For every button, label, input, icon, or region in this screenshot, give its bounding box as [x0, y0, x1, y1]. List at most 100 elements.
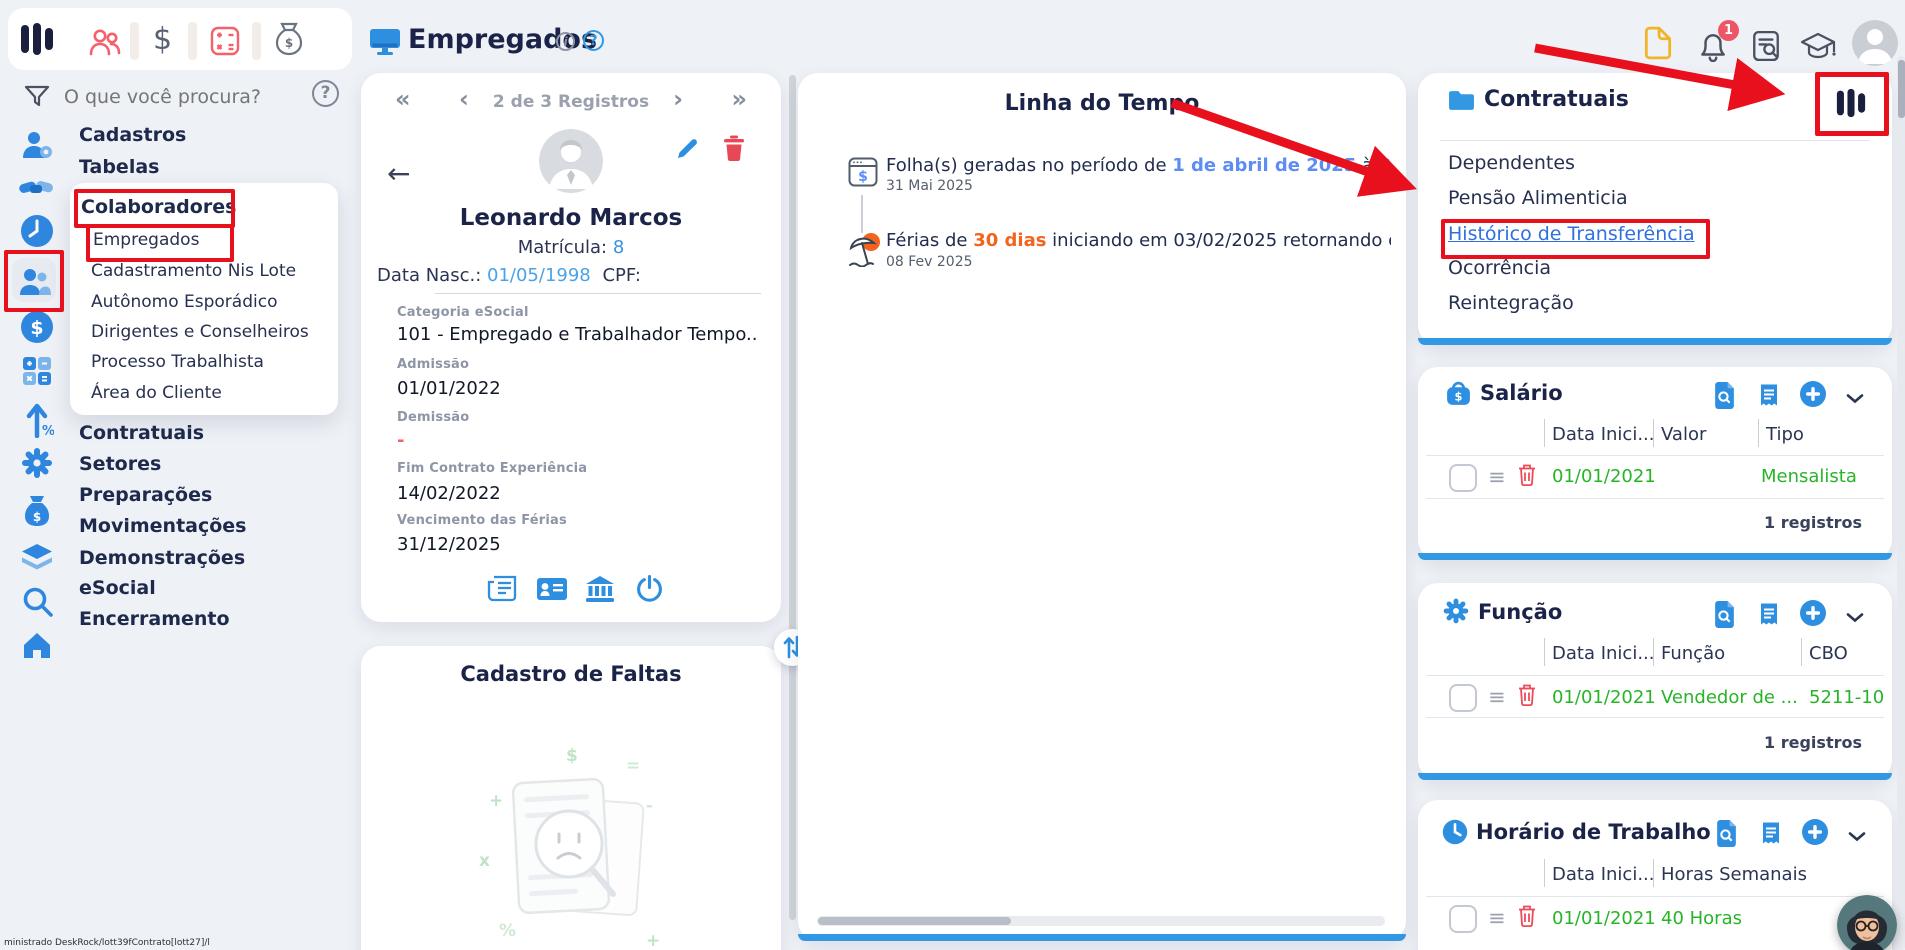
audit-doc-icon[interactable] [1752, 30, 1780, 66]
sidebar-item-cadastros[interactable]: Cadastros [79, 124, 186, 146]
submenu-item-area-cliente[interactable]: Área do Cliente [91, 383, 222, 403]
pager-last-button[interactable]: » [731, 85, 747, 113]
submenu-item-processo[interactable]: Processo Trabalhista [91, 352, 264, 372]
help-icon[interactable]: ? [583, 30, 604, 51]
timeline-hscrollbar[interactable] [817, 916, 1385, 926]
user-avatar[interactable] [1852, 20, 1898, 66]
submenu-item-cadastramento-nis[interactable]: Cadastramento Nis Lote [91, 261, 296, 281]
id-card-icon[interactable] [536, 577, 568, 605]
column-header[interactable]: Tipo [1766, 424, 1804, 445]
salario-accent-bar [1418, 553, 1892, 560]
back-button[interactable]: ← [387, 157, 410, 190]
row-checkbox[interactable] [1449, 684, 1477, 712]
module-moneybag-icon[interactable]: $ [274, 22, 304, 60]
notes-icon[interactable] [1644, 26, 1672, 64]
row-drag-handle[interactable]: ≡ [1488, 685, 1506, 709]
timeline-hscrollbar-thumb[interactable] [818, 917, 1011, 925]
search-input[interactable] [62, 80, 301, 114]
contratuais-item-dependentes[interactable]: Dependentes [1448, 152, 1575, 174]
add-button[interactable] [1799, 599, 1827, 631]
column-header[interactable]: Horas Semanais [1661, 864, 1807, 885]
support-chat-avatar[interactable] [1837, 895, 1897, 950]
horario-clock-icon [1442, 819, 1468, 849]
sidebar-item-tabelas[interactable]: Tabelas [79, 156, 159, 178]
salario-card: $ Salário Data Inici... Valor Tipo ≡ 01/… [1418, 367, 1892, 560]
history-icon[interactable] [1761, 820, 1781, 851]
field-label: Admissão [397, 357, 470, 372]
power-icon[interactable] [636, 575, 663, 606]
page-scrollbar[interactable] [1897, 56, 1905, 950]
info-icon[interactable]: i [556, 32, 575, 51]
sidebar-icon-clock[interactable] [20, 214, 54, 252]
page-scrollbar-thumb[interactable] [1897, 60, 1905, 118]
column-header[interactable]: Data Inici... [1552, 424, 1654, 445]
module-dollar-icon[interactable]: $ [153, 22, 172, 57]
report-icon[interactable] [1715, 820, 1738, 851]
sidebar-item-contratuais[interactable]: Contratuais [79, 422, 204, 444]
horario-card: Horário de Trabalho Data Inici... Horas … [1418, 800, 1892, 950]
row-checkbox[interactable] [1449, 464, 1477, 492]
svg-text:-: - [646, 796, 653, 816]
column-header[interactable]: CBO [1809, 643, 1848, 664]
sidebar-icon-handshake[interactable] [17, 174, 55, 206]
svg-text:$: $ [33, 510, 41, 524]
submenu-item-autonomo[interactable]: Autônomo Esporádico [91, 292, 277, 312]
column-header[interactable]: Valor [1661, 424, 1706, 445]
column-header[interactable]: Função [1661, 643, 1725, 664]
row-drag-handle[interactable]: ≡ [1488, 906, 1506, 930]
help-button[interactable]: ? [312, 80, 339, 107]
svg-text:%: % [42, 424, 54, 438]
row-delete-icon[interactable] [1518, 684, 1536, 710]
module-people-icon[interactable] [88, 27, 122, 61]
timeline-item2-days: 30 dias [973, 230, 1047, 251]
contratuais-item-ocorrencia[interactable]: Ocorrência [1448, 257, 1551, 279]
row-drag-handle[interactable]: ≡ [1488, 465, 1506, 489]
sidebar-item-esocial[interactable]: eSocial [79, 577, 156, 599]
add-button[interactable] [1801, 818, 1829, 850]
add-button[interactable] [1799, 380, 1827, 412]
sidebar-icon-magnifier[interactable] [22, 586, 54, 622]
sidebar-icon-person-settings[interactable] [20, 128, 54, 166]
contratuais-item-reintegracao[interactable]: Reintegração [1448, 292, 1574, 314]
sidebar-item-demonstracoes[interactable]: Demonstrações [79, 547, 245, 569]
sidebar-item-setores[interactable]: Setores [79, 453, 161, 475]
submenu-item-dirigentes[interactable]: Dirigentes e Conselheiros [91, 322, 309, 342]
edit-button[interactable] [675, 137, 699, 165]
chevron-down-icon[interactable] [1846, 389, 1864, 408]
sidebar-item-movimentacoes[interactable]: Movimentações [79, 515, 246, 537]
sidebar-icon-calculator[interactable] [22, 356, 52, 390]
sidebar-icon-payroll[interactable]: $ [20, 310, 54, 348]
module-calculator-icon[interactable] [210, 26, 240, 60]
timeline-accent-bar [798, 934, 1406, 941]
sidebar-icon-raise-percent[interactable]: % [24, 402, 55, 442]
newspaper-icon[interactable] [487, 575, 517, 606]
field-label: Demissão [397, 410, 470, 425]
history-icon[interactable] [1759, 382, 1779, 413]
sidebar-icon-gear[interactable] [20, 446, 54, 484]
filter-icon[interactable] [24, 84, 50, 112]
report-icon[interactable] [1713, 382, 1736, 413]
row-checkbox[interactable] [1449, 905, 1477, 933]
pager-next-button[interactable]: › [673, 85, 683, 113]
chevron-down-icon[interactable] [1848, 827, 1866, 846]
sidebar-icon-layers[interactable] [20, 542, 54, 578]
panel-resize-divider[interactable] [789, 75, 796, 920]
row-delete-icon[interactable] [1518, 905, 1536, 931]
history-icon[interactable] [1759, 601, 1779, 632]
report-icon[interactable] [1713, 601, 1736, 632]
column-header[interactable]: Data Inici... [1552, 643, 1654, 664]
chevron-down-icon[interactable] [1846, 608, 1864, 627]
contratuais-item-pensao[interactable]: Pensão Alimenticia [1448, 187, 1628, 209]
delete-button[interactable] [723, 135, 745, 165]
sidebar-icon-moneybag[interactable]: $ [22, 494, 52, 532]
sidebar-item-preparacoes[interactable]: Preparações [79, 484, 212, 506]
sidebar-icon-home[interactable] [21, 630, 53, 664]
training-cap-icon[interactable] [1800, 32, 1836, 64]
cpf-label: CPF: [602, 265, 641, 286]
sidebar-item-encerramento[interactable]: Encerramento [79, 608, 230, 630]
column-header[interactable]: Data Inici... [1552, 864, 1654, 885]
row-delete-icon[interactable] [1518, 464, 1536, 490]
row-date: 01/01/2021 [1552, 908, 1656, 929]
app-logo-icon[interactable] [20, 22, 54, 56]
bank-icon[interactable] [585, 575, 615, 607]
